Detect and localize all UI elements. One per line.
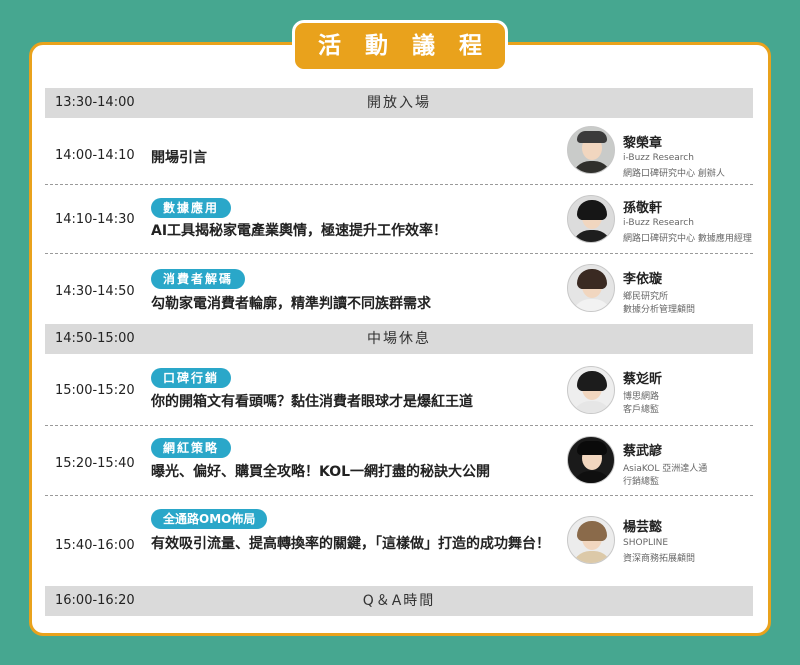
break-row: 16:00-16:20 Q＆A時間 (45, 586, 753, 616)
speaker-name: 黎榮章 (623, 136, 663, 151)
speaker-org: i-Buzz Research (623, 153, 694, 163)
speaker-org: i-Buzz Research (623, 218, 694, 228)
speaker-role: 資深商務拓展顧問 (623, 554, 696, 564)
session-time: 14:10-14:30 (55, 212, 135, 227)
speaker-avatar (567, 195, 615, 243)
break-row: 13:30-14:00 開放入場 (45, 88, 753, 118)
session-topic: 曝光、偏好、購買全攻略！KOL一網打盡的秘訣大公開 (151, 464, 491, 480)
speaker-role: 行銷總監 (623, 477, 660, 487)
session-row: 14:10-14:30 數據應用 AI工具揭秘家電產業輿情，極速提升工作效率！ … (45, 185, 753, 253)
speaker-role: 網路口碑研究中心 創辦人 (623, 169, 725, 179)
speaker-name: 李依璇 (623, 272, 663, 287)
speaker-avatar (567, 436, 615, 484)
speaker-org: 博思網路 (623, 392, 660, 402)
speaker-org: AsiaKOL 亞洲達人通 (623, 464, 708, 474)
session-row: 15:00-15:20 口碑行銷 你的開箱文有看頭嗎？黏住消費者眼球才是爆紅王道… (45, 356, 753, 426)
session-topic: 有效吸引流量、提高轉換率的關鍵，「這樣做」打造的成功舞台！ (151, 536, 550, 552)
session-topic: 你的開箱文有看頭嗎？黏住消費者眼球才是爆紅王道 (151, 394, 473, 410)
session-tag: 網紅策略 (151, 438, 232, 458)
session-topic: AI工具揭秘家電產業輿情，極速提升工作效率！ (151, 223, 448, 239)
speaker-avatar (567, 366, 615, 414)
session-topic: 開場引言 (151, 150, 207, 166)
speaker-role: 網路口碑研究中心 數據應用經理 (623, 234, 752, 244)
break-label: Q＆A時間 (362, 593, 436, 609)
session-time: 15:20-15:40 (55, 456, 135, 471)
page-title: 活 動 議 程 (292, 20, 508, 72)
speaker-avatar (567, 126, 615, 174)
session-time: 15:40-16:00 (55, 538, 135, 553)
break-label: 中場休息 (367, 331, 431, 347)
speaker-name: 楊芸懿 (623, 520, 663, 535)
speaker-avatar (567, 264, 615, 312)
break-label: 開放入場 (367, 95, 431, 111)
session-topic: 勾勒家電消費者輪廓，精準判讀不同族群需求 (151, 296, 431, 312)
session-time: 14:00-14:10 (55, 148, 135, 163)
session-tag: 數據應用 (151, 198, 232, 218)
session-tag: 全通路OMO佈局 (151, 509, 268, 529)
speaker-org: SHOPLINE (623, 538, 669, 548)
session-row: 15:20-15:40 網紅策略 曝光、偏好、購買全攻略！KOL一網打盡的秘訣大… (45, 426, 753, 496)
speaker-role: 數據分析管理顧問 (623, 305, 696, 315)
session-row: 14:00-14:10 開場引言 黎榮章 i-Buzz Research 網路口… (45, 118, 753, 184)
speaker-org: 鄉民研究所 (623, 292, 669, 302)
speaker-name: 蔡武諺 (623, 444, 663, 459)
session-row: 15:40-16:00 全通路OMO佈局 有效吸引流量、提高轉換率的關鍵，「這樣… (45, 496, 753, 582)
session-row: 14:30-14:50 消費者解碼 勾勒家電消費者輪廓，精準判讀不同族群需求 李… (45, 254, 753, 322)
speaker-avatar (567, 516, 615, 564)
session-tag: 消費者解碼 (151, 269, 246, 289)
speaker-name: 蔡彣昕 (623, 372, 663, 387)
session-time: 15:00-15:20 (55, 383, 135, 398)
session-tag: 口碑行銷 (151, 368, 232, 388)
break-row: 14:50-15:00 中場休息 (45, 324, 753, 354)
session-time: 14:30-14:50 (55, 284, 135, 299)
speaker-name: 孫敬軒 (623, 201, 663, 216)
speaker-role: 客戶總監 (623, 405, 660, 415)
